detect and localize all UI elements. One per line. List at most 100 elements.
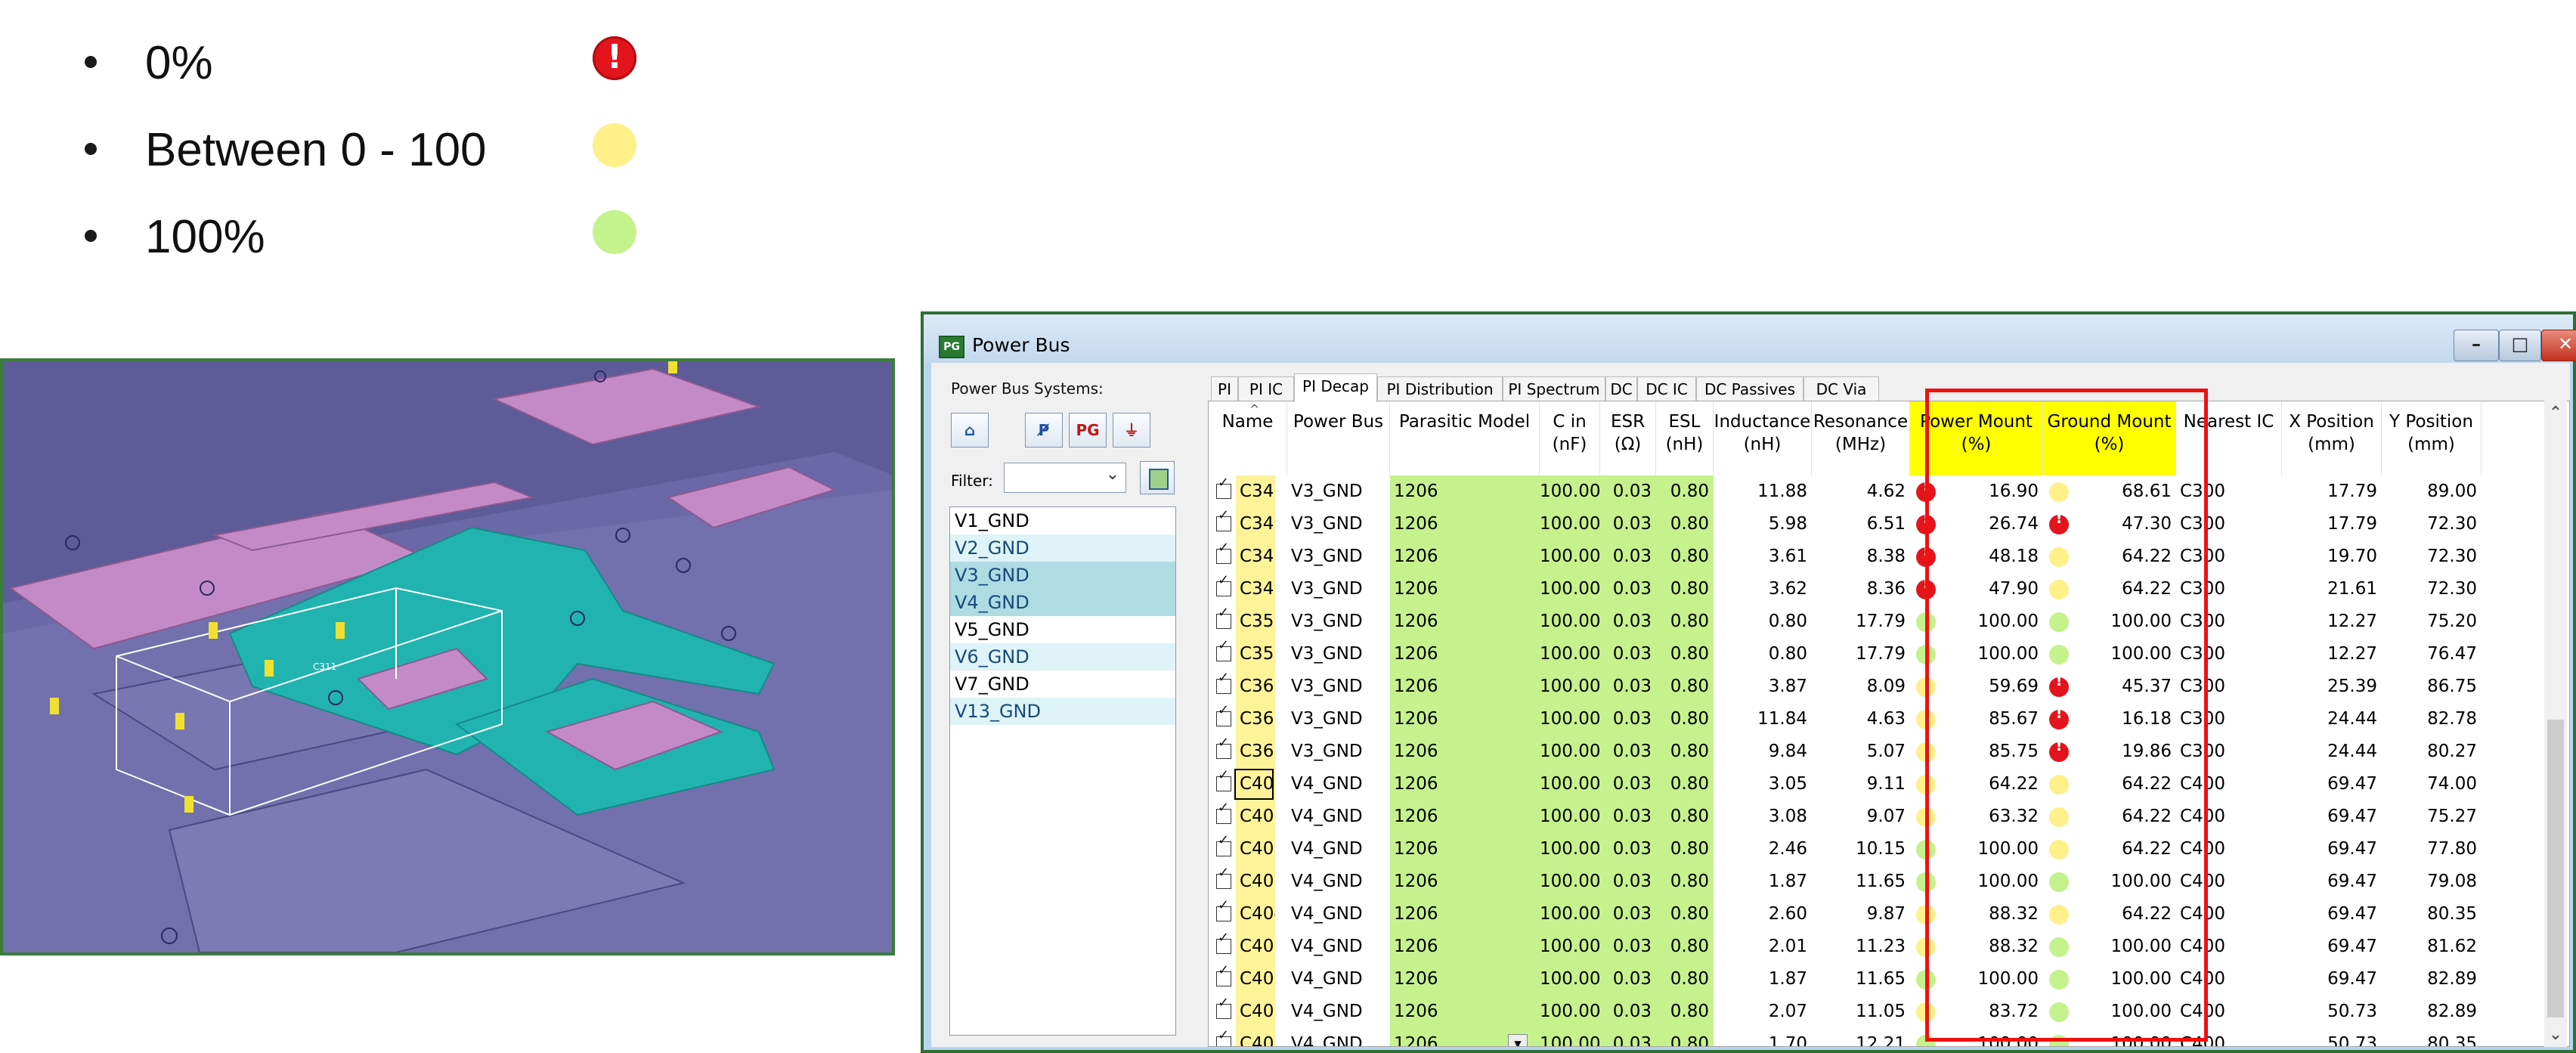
cell-c-in[interactable]: 100.00 bbox=[1540, 475, 1600, 508]
cell-esl[interactable]: 0.80 bbox=[1656, 605, 1714, 638]
cell-c-in[interactable]: 100.00 bbox=[1540, 540, 1600, 573]
cell-c-in[interactable]: 100.00 bbox=[1540, 963, 1600, 996]
cell-esr[interactable]: 0.03 bbox=[1600, 996, 1656, 1028]
bus-system-item[interactable]: V6_GND bbox=[950, 643, 1175, 671]
table-row[interactable]: C351V3_GND1206100.000.030.800.8017.79100… bbox=[1209, 605, 2569, 638]
column-header-c-in[interactable]: C in (nF) bbox=[1540, 401, 1600, 475]
cell-esr[interactable]: 0.03 bbox=[1600, 573, 1656, 605]
row-checkbox[interactable] bbox=[1216, 930, 1231, 954]
cell-esr[interactable]: 0.03 bbox=[1600, 736, 1656, 768]
cell-esr[interactable]: 0.03 bbox=[1600, 703, 1656, 736]
cell-esr[interactable]: 0.03 bbox=[1600, 475, 1656, 508]
cell-esl[interactable]: 0.80 bbox=[1656, 931, 1714, 963]
cell-parasitic-model[interactable]: 1206 bbox=[1390, 996, 1540, 1028]
cell-esr[interactable]: 0.03 bbox=[1600, 963, 1656, 996]
cell-esl[interactable]: 0.80 bbox=[1656, 638, 1714, 671]
maximize-button[interactable]: □ bbox=[2499, 330, 2541, 361]
row-checkbox[interactable] bbox=[1216, 572, 1231, 596]
cell-name[interactable]: C404 bbox=[1236, 898, 1275, 931]
table-row[interactable]: C342 V3_GND 1206100.000.030.80 11.88 4.62 16.… bbox=[1209, 475, 2569, 508]
column-header-x-position[interactable]: X Position (mm) bbox=[2282, 401, 2382, 475]
column-header-parasitic-model[interactable]: Parasitic Model bbox=[1390, 401, 1540, 475]
cell-esl[interactable]: 0.80 bbox=[1656, 801, 1714, 833]
row-checkbox[interactable] bbox=[1216, 995, 1231, 1019]
row-checkbox[interactable] bbox=[1216, 865, 1231, 889]
filter-dropdown[interactable] bbox=[1004, 463, 1126, 493]
cell-c-in[interactable]: 100.00 bbox=[1540, 768, 1600, 801]
row-checkbox[interactable] bbox=[1216, 767, 1231, 791]
table-row[interactable]: C403V4_GND1206100.000.030.801.8711.65100… bbox=[1209, 865, 2569, 898]
cell-parasitic-model[interactable]: 1206 bbox=[1390, 638, 1540, 671]
cell-esl[interactable]: 0.80 bbox=[1656, 573, 1714, 605]
row-checkbox[interactable] bbox=[1216, 897, 1231, 921]
tab-dc-passives[interactable]: DC Passives bbox=[1696, 376, 1804, 401]
cell-esl[interactable]: 0.80 bbox=[1656, 898, 1714, 931]
cell-name[interactable]: C402 bbox=[1236, 833, 1275, 866]
table-row[interactable]: C404 V4_GND 1206100.000.030.80 2.60 9.87 88.3… bbox=[1209, 897, 2569, 931]
cell-esr[interactable]: 0.03 bbox=[1600, 768, 1656, 801]
cell-esr[interactable]: 0.03 bbox=[1600, 898, 1656, 931]
bus-system-item[interactable]: V4_GND bbox=[950, 589, 1175, 616]
column-header-resonance[interactable]: Resonance (MHz) bbox=[1812, 401, 1910, 475]
cell-esr[interactable]: 0.03 bbox=[1600, 1028, 1656, 1046]
cell-parasitic-model[interactable]: 1206 bbox=[1390, 475, 1540, 508]
pcb-3d-view[interactable]: C311 bbox=[0, 358, 895, 955]
column-header-esl[interactable]: ESL (nH) bbox=[1656, 401, 1714, 475]
cell-esr[interactable]: 0.03 bbox=[1600, 540, 1656, 573]
table-row[interactable]: C402V4_GND1206100.000.030.802.4610.15100… bbox=[1209, 832, 2569, 866]
cell-esr[interactable]: 0.03 bbox=[1600, 605, 1656, 638]
cell-c-in[interactable]: 100.00 bbox=[1540, 508, 1600, 540]
cell-parasitic-model[interactable]: 1206 bbox=[1390, 801, 1540, 833]
cell-esl[interactable]: 0.80 bbox=[1656, 768, 1714, 801]
model-dropdown-button[interactable]: ▼ bbox=[1508, 1034, 1528, 1046]
scroll-thumb[interactable] bbox=[2547, 720, 2564, 1017]
tab-dc-ic[interactable]: DC IC bbox=[1637, 376, 1696, 401]
cell-name[interactable]: C347 bbox=[1236, 573, 1275, 605]
tab-pi-distribution[interactable]: PI Distribution bbox=[1377, 376, 1503, 401]
cell-name[interactable]: C408 bbox=[1236, 1028, 1275, 1046]
row-checkbox[interactable] bbox=[1216, 507, 1231, 531]
cell-name[interactable]: C363 bbox=[1236, 736, 1275, 768]
table-row[interactable]: C361 V3_GND 1206100.000.030.80 3.87 8.09 59.6… bbox=[1209, 670, 2569, 703]
tab-dc[interactable]: DC bbox=[1605, 376, 1637, 401]
table-row[interactable]: C352V3_GND1206100.000.030.800.8017.79100… bbox=[1209, 637, 2569, 671]
cell-c-in[interactable]: 100.00 bbox=[1540, 605, 1600, 638]
cell-esr[interactable]: 0.03 bbox=[1600, 833, 1656, 866]
cell-esr[interactable]: 0.03 bbox=[1600, 866, 1656, 898]
row-checkbox[interactable] bbox=[1216, 670, 1231, 694]
cell-c-in[interactable]: 100.00 bbox=[1540, 996, 1600, 1028]
cell-parasitic-model[interactable]: 1206 bbox=[1390, 866, 1540, 898]
cell-name[interactable]: C352 bbox=[1236, 638, 1275, 671]
close-button[interactable]: ✕ bbox=[2541, 330, 2576, 361]
row-checkbox[interactable] bbox=[1216, 475, 1231, 499]
bus-system-item[interactable]: V7_GND bbox=[950, 671, 1175, 698]
scroll-up-icon[interactable]: ⌃ bbox=[2544, 404, 2567, 423]
cell-c-in[interactable]: 100.00 bbox=[1540, 931, 1600, 963]
cell-esl[interactable]: 0.80 bbox=[1656, 833, 1714, 866]
cell-esl[interactable]: 0.80 bbox=[1656, 540, 1714, 573]
table-row[interactable]: C407V4_GND1206100.000.030.802.0711.0583.… bbox=[1209, 995, 2569, 1028]
cell-esl[interactable]: 0.80 bbox=[1656, 703, 1714, 736]
cell-c-in[interactable]: 100.00 bbox=[1540, 671, 1600, 703]
cell-name[interactable]: C401 bbox=[1236, 801, 1275, 833]
cell-parasitic-model[interactable]: 1206 bbox=[1390, 963, 1540, 996]
cell-parasitic-model[interactable]: 1206 bbox=[1390, 898, 1540, 931]
table-row[interactable]: C345 V3_GND 1206100.000.030.80 5.98 6.51 26.7… bbox=[1209, 507, 2569, 540]
column-header-ground-mount[interactable]: Ground Mount (%) bbox=[2043, 401, 2176, 475]
cell-c-in[interactable]: 100.00 bbox=[1540, 801, 1600, 833]
cell-name[interactable]: C407 bbox=[1236, 996, 1275, 1028]
cell-c-in[interactable]: 100.00 bbox=[1540, 833, 1600, 866]
decap-table[interactable]: Name ^ Power Bus Parasitic Model C in (nF) ESR… bbox=[1208, 401, 2570, 1047]
cell-parasitic-model[interactable]: 1206 bbox=[1390, 508, 1540, 540]
cell-esr[interactable]: 0.03 bbox=[1600, 671, 1656, 703]
title-bar[interactable]: PG Power Bus – □ ✕ bbox=[924, 314, 2576, 363]
table-row[interactable]: C405V4_GND1206100.000.030.802.0111.2388.… bbox=[1209, 930, 2569, 963]
cell-parasitic-model[interactable]: 1206 bbox=[1390, 833, 1540, 866]
cell-name[interactable]: C405 bbox=[1236, 931, 1275, 963]
cell-name[interactable]: C345 bbox=[1236, 508, 1275, 540]
cell-parasitic-model[interactable]: 1206 bbox=[1390, 573, 1540, 605]
cell-parasitic-model[interactable]: 1206 bbox=[1390, 671, 1540, 703]
cell-esr[interactable]: 0.03 bbox=[1600, 801, 1656, 833]
column-header-power-bus[interactable]: Power Bus bbox=[1287, 401, 1390, 475]
table-row[interactable]: C363 V3_GND 1206100.000.030.80 9.84 5.07 85.7… bbox=[1209, 735, 2569, 768]
